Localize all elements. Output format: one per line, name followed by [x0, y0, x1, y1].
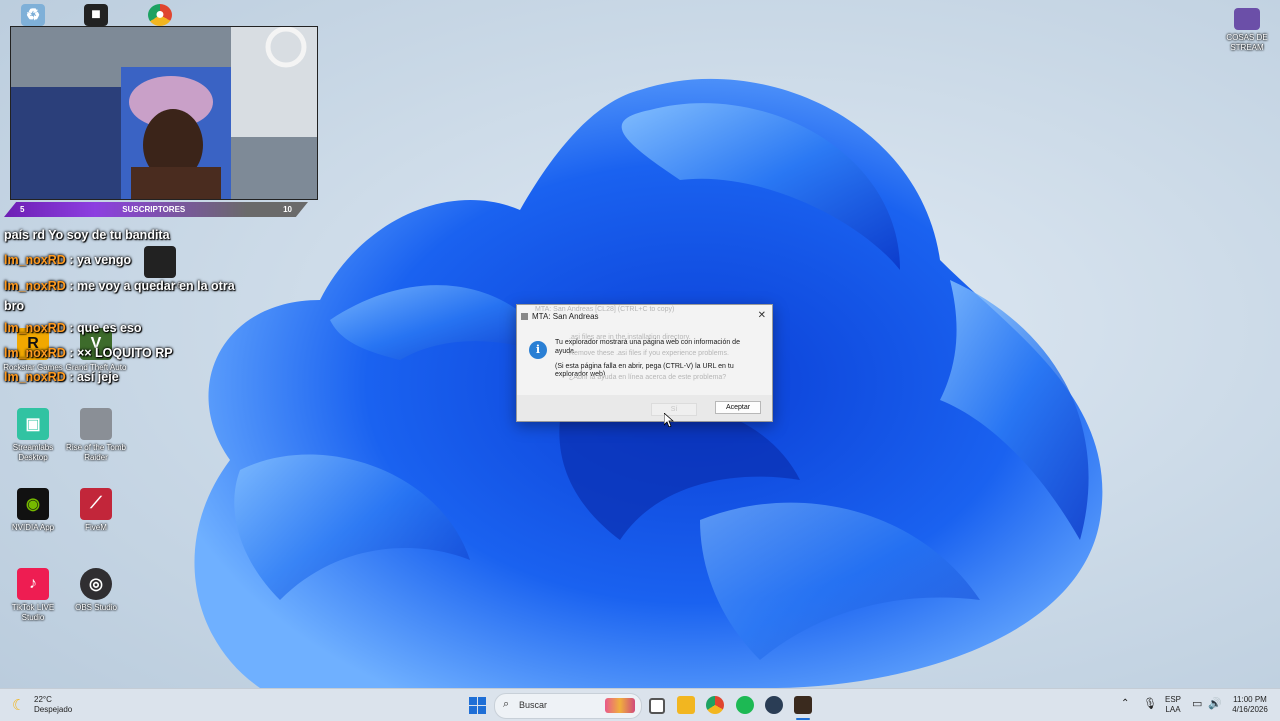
desktop-icon-label: COSAS DE STREAM: [1226, 33, 1268, 52]
webcam-feed-image: [11, 27, 317, 199]
chat-message: país rd Yo soy de tu bandita: [4, 227, 264, 243]
taskbar: ☾ 22°C Despejado ⌕ Buscar ⌃ 🎙 ESP LAA ▭ …: [0, 688, 1280, 721]
desktop-icon-obs[interactable]: ◎ OBS Studio: [63, 568, 129, 613]
start-button[interactable]: [469, 697, 486, 714]
dialog-ghost-line: ¿Abrir la ayuda en línea acerca de este …: [569, 373, 727, 381]
search-icon: ⌕: [503, 698, 510, 710]
obs-icon: ◎: [80, 568, 112, 600]
ok-button[interactable]: Aceptar: [715, 401, 761, 414]
chat-text: : que es eso: [69, 321, 142, 335]
chevron-up-icon[interactable]: ⌃: [1121, 698, 1129, 709]
windows-logo-tile: [478, 697, 486, 705]
chat-text: : así jeje: [69, 370, 119, 384]
windows-logo-icon: [469, 697, 477, 705]
chat-message: lm_noxRD : que es eso: [4, 320, 264, 336]
windows-logo-tile: [469, 706, 477, 714]
microphone-icon[interactable]: 🎙: [1143, 697, 1157, 710]
desktop-icon-label: Streamlabs Desktop: [12, 443, 54, 462]
subscriber-goal-bar: 5 SUSCRIPTORES 10: [4, 202, 308, 217]
weather-temp: 22°C: [34, 695, 52, 704]
sub-label: SUSCRIPTORES: [122, 205, 186, 214]
nvidia-icon: ◉: [17, 488, 49, 520]
language-indicator[interactable]: ESP LAA: [1162, 695, 1184, 715]
dialog-title: MTA: San Andreas: [532, 311, 599, 321]
dialog-footer: Sí Aceptar: [517, 395, 772, 421]
chat-text: país rd Yo soy de tu bandita: [4, 228, 170, 242]
chat-username: lm_noxRD: [4, 370, 66, 384]
desktop-icon-label: OBS Studio: [75, 603, 117, 612]
keyboard-layout: LAA: [1165, 705, 1181, 714]
chat-text: : ×× LOQUITO RP: [69, 346, 173, 360]
moon-icon: ☾: [12, 697, 26, 714]
desktop-icon-label: Rise of the Tomb Raider: [66, 443, 126, 462]
file-explorer-icon[interactable]: [677, 696, 695, 714]
streamlabs-icon: ▣: [17, 408, 49, 440]
chat-message: lm_noxRD : ya vengo: [4, 252, 264, 268]
chat-username: lm_noxRD: [4, 279, 66, 293]
windows-logo-tile: [478, 706, 486, 714]
chrome-icon: ●: [148, 4, 172, 26]
folder-icon: [1234, 8, 1260, 30]
task-view-icon[interactable]: [649, 698, 665, 714]
info-icon: i: [529, 341, 547, 359]
clock-time: 11:00 PM: [1233, 695, 1267, 704]
dialog-titlebar[interactable]: MTA: San Andreas ✕: [517, 308, 772, 324]
desktop-icon-tomb-raider[interactable]: Rise of the Tomb Raider: [63, 408, 129, 463]
steam-icon[interactable]: [765, 696, 783, 714]
roblox-icon: ■: [84, 4, 108, 26]
search-placeholder: Buscar: [519, 700, 548, 710]
desktop-icon-label: NVIDIA App: [11, 523, 55, 532]
chat-message: lm_noxRD : así jeje: [4, 369, 264, 385]
network-icon[interactable]: ▭: [1192, 697, 1202, 710]
chat-message: lm_noxRD : ×× LOQUITO RP: [4, 345, 264, 361]
chat-message: lm_noxRD : me voy a quedar en la otra br…: [4, 276, 244, 316]
mta-taskbar-icon[interactable]: [794, 696, 812, 714]
sub-count-start: 5: [20, 205, 25, 214]
search-box[interactable]: ⌕ Buscar: [494, 693, 642, 719]
sub-count-goal: 10: [283, 205, 292, 214]
mta-dialog[interactable]: MTA: San Andreas [CL28] (CTRL+C to copy)…: [516, 304, 773, 422]
mouse-cursor-icon: [664, 413, 674, 427]
desktop-icon-tiktok-live[interactable]: ♪ TikTok LIVE Studio: [0, 568, 66, 623]
chat-username: lm_noxRD: [4, 253, 66, 267]
desktop-icon-label: FiveM: [85, 523, 107, 532]
chat-text: : ya vengo: [69, 253, 132, 267]
desktop-icon-streamlabs[interactable]: ▣ Streamlabs Desktop: [0, 408, 66, 463]
ghost-yes-button: Sí: [651, 403, 697, 416]
clock[interactable]: 11:00 PM 4/16/2026: [1226, 695, 1274, 715]
volume-icon[interactable]: 🔊: [1208, 697, 1222, 710]
tiktok-icon: ♪: [17, 568, 49, 600]
spotify-icon[interactable]: [736, 696, 754, 714]
tomb-raider-icon: [80, 408, 112, 440]
weather-desc: Despejado: [34, 705, 73, 714]
desktop-icon-cosas-de-stream[interactable]: COSAS DE STREAM: [1214, 8, 1280, 53]
desktop-icon-label: TikTok LIVE Studio: [11, 603, 55, 622]
language-code: ESP: [1164, 695, 1181, 704]
webcam-overlay: [10, 26, 318, 200]
chat-username: lm_noxRD: [4, 321, 66, 335]
chrome-taskbar-icon[interactable]: [706, 696, 724, 714]
app-icon: [521, 312, 528, 320]
recycle-bin-icon: ♻: [21, 4, 45, 26]
fivem-icon: ⟋: [80, 488, 112, 520]
desktop-icon-fivem[interactable]: ⟋ FiveM: [63, 488, 129, 533]
close-icon[interactable]: ✕: [758, 310, 766, 321]
clock-date: 4/16/2026: [1232, 705, 1268, 714]
dialog-ghost-line: Remove these .asi files if you experienc…: [569, 350, 729, 357]
search-highlight-icon: [605, 698, 635, 713]
dialog-message: Tu explorador mostrará una página web co…: [555, 339, 760, 382]
chat-username: lm_noxRD: [4, 346, 66, 360]
desktop-icon-nvidia[interactable]: ◉ NVIDIA App: [0, 488, 66, 533]
